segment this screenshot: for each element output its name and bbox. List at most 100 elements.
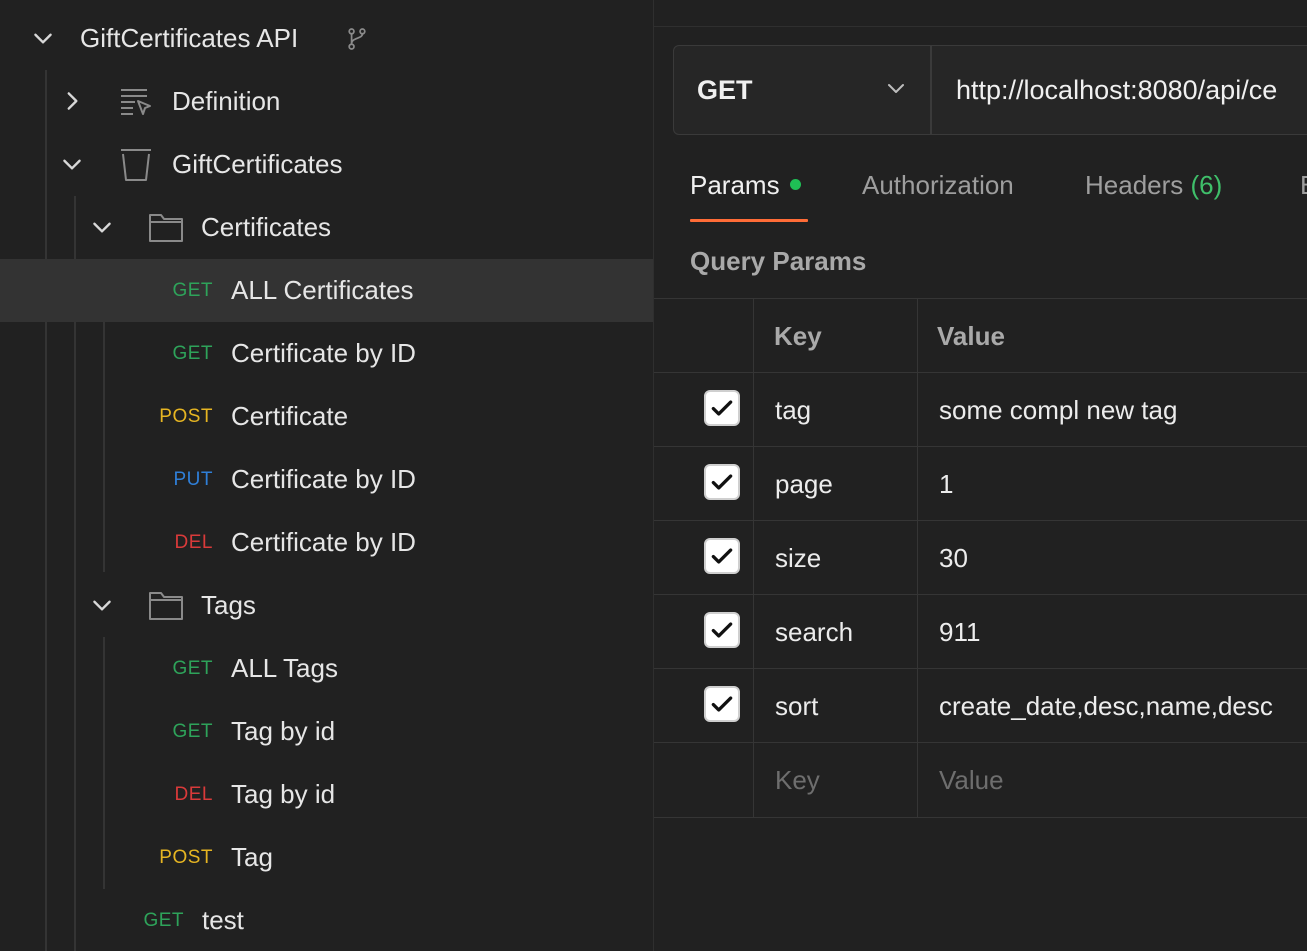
checkmark-icon (711, 622, 733, 638)
checkbox[interactable] (704, 538, 740, 574)
param-value[interactable]: 911 (939, 595, 980, 669)
collection-row[interactable]: GiftCertificates API (0, 7, 653, 70)
checkmark-icon (711, 400, 733, 416)
checkbox[interactable] (704, 464, 740, 500)
folder-label: Certificates (201, 212, 332, 242)
request-name: Tag (231, 842, 273, 872)
param-value[interactable]: 30 (939, 521, 968, 595)
param-key[interactable]: search (775, 595, 853, 669)
table-row: size 30 (654, 520, 1307, 595)
folder-icon (148, 211, 184, 243)
folder-row-tags[interactable]: Tags (0, 574, 653, 637)
checkmark-icon (711, 548, 733, 564)
request-name: ALL Certificates (231, 275, 414, 305)
collection-title: GiftCertificates API (80, 23, 299, 53)
param-key[interactable]: tag (775, 373, 811, 447)
chevron-down-icon[interactable] (87, 590, 117, 620)
tab-authorization[interactable]: Authorization (862, 170, 1014, 201)
method-badge: PUT (173, 468, 213, 490)
method-badge: GET (172, 279, 213, 301)
request-name: Tag by id (231, 779, 336, 809)
request-name: test (202, 905, 244, 935)
column-divider (917, 447, 918, 521)
tab-label: Params (690, 170, 780, 200)
table-row: search 911 (654, 594, 1307, 669)
active-tab-indicator (690, 219, 808, 222)
column-divider (917, 595, 918, 669)
key-input-placeholder[interactable]: Key (775, 743, 820, 817)
request-row[interactable]: GET Certificate by ID (0, 322, 653, 385)
column-divider (753, 595, 754, 669)
fork-icon (343, 25, 371, 53)
param-key[interactable]: size (775, 521, 821, 595)
request-row[interactable]: GET ALL Certificates (0, 259, 653, 322)
definition-label: Definition (172, 86, 281, 116)
method-badge: DEL (174, 783, 213, 805)
column-divider (917, 669, 918, 743)
chevron-down-icon[interactable] (57, 149, 87, 179)
table-row: tag some compl new tag (654, 372, 1307, 447)
param-value[interactable]: some compl new tag (939, 373, 1177, 447)
tab-label: Headers (1085, 170, 1184, 200)
table-row: page 1 (654, 446, 1307, 521)
column-divider (753, 447, 754, 521)
table-row: sort create_date,desc,name,desc (654, 668, 1307, 743)
definition-row[interactable]: Definition (0, 70, 653, 133)
request-row[interactable]: DEL Certificate by ID (0, 511, 653, 574)
tab-body[interactable]: B (1300, 170, 1307, 201)
request-row[interactable]: GET Tag by id (0, 700, 653, 763)
chevron-right-icon[interactable] (57, 86, 87, 116)
column-divider (917, 373, 918, 447)
request-name: Certificate by ID (231, 527, 416, 557)
url-bar: GET http://localhost:8080/api/ce (673, 45, 1307, 135)
column-header-key: Key (774, 320, 822, 351)
column-header-value: Value (937, 320, 1005, 351)
api-row[interactable]: GiftCertificates (0, 133, 653, 196)
request-row[interactable]: GET ALL Tags (0, 637, 653, 700)
request-row[interactable]: POST Certificate (0, 385, 653, 448)
request-name: Tag by id (231, 716, 336, 746)
method-select-value: GET (697, 74, 753, 105)
request-name: Certificate by ID (231, 464, 416, 494)
request-row[interactable]: POST Tag (0, 826, 653, 889)
checkmark-icon (711, 474, 733, 490)
table-header: Key Value (654, 298, 1307, 373)
request-name: ALL Tags (231, 653, 338, 683)
request-name: Certificate by ID (231, 338, 416, 368)
column-divider (753, 299, 754, 373)
checkbox[interactable] (704, 612, 740, 648)
request-row[interactable]: PUT Certificate by ID (0, 448, 653, 511)
column-divider (753, 743, 754, 817)
request-row[interactable]: DEL Tag by id (0, 763, 653, 826)
value-input-placeholder[interactable]: Value (939, 743, 1004, 817)
method-badge: POST (159, 846, 213, 868)
tab-params[interactable]: Params (690, 170, 801, 201)
api-label: GiftCertificates (172, 149, 343, 179)
checkbox[interactable] (704, 686, 740, 722)
request-name: Certificate (231, 401, 349, 431)
column-divider (753, 373, 754, 447)
column-divider (917, 521, 918, 595)
chevron-down-icon[interactable] (87, 212, 117, 242)
collections-sidebar: GiftCertificates API Definition GiftCert… (0, 0, 654, 951)
headers-count-badge: (6) (1190, 170, 1223, 200)
param-key[interactable]: sort (775, 669, 818, 743)
folder-row-certificates[interactable]: Certificates (0, 196, 653, 259)
query-params-title: Query Params (690, 246, 867, 276)
request-row[interactable]: GET test (0, 889, 653, 951)
definition-icon (118, 84, 154, 120)
tab-headers[interactable]: Headers (6) (1085, 170, 1222, 201)
param-key[interactable]: page (775, 447, 833, 521)
method-select[interactable]: GET (674, 46, 932, 134)
collection-box-icon (119, 146, 153, 182)
method-badge: GET (172, 720, 213, 742)
url-input[interactable]: http://localhost:8080/api/ce (956, 75, 1277, 106)
param-value[interactable]: create_date,desc,name,desc (939, 669, 1273, 743)
status-dot (789, 179, 801, 190)
checkbox[interactable] (704, 390, 740, 426)
column-divider (917, 299, 918, 373)
method-badge: POST (159, 405, 213, 427)
folder-icon (148, 589, 184, 621)
param-value[interactable]: 1 (939, 447, 953, 521)
chevron-down-icon[interactable] (28, 23, 58, 53)
